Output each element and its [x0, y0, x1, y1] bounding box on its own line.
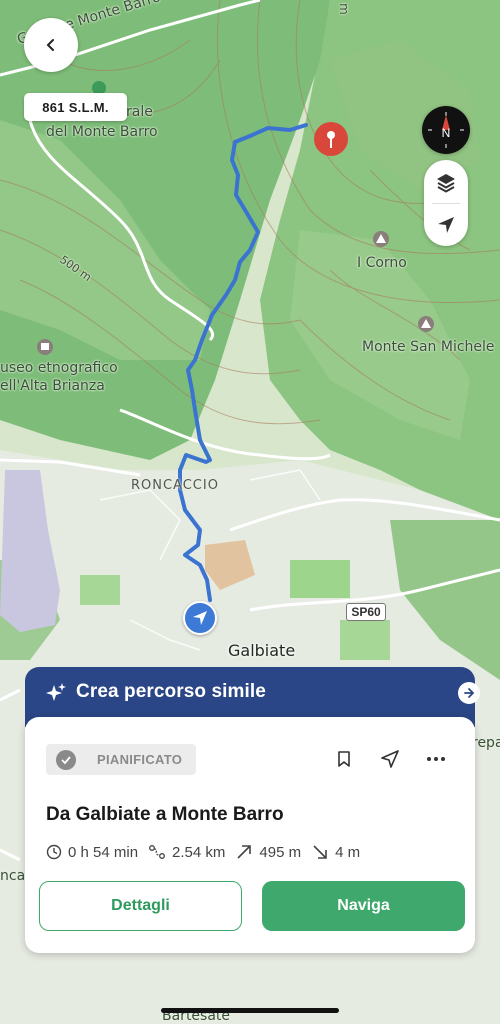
details-button[interactable]: Dettagli [39, 881, 242, 931]
location-arrow-icon [438, 216, 454, 233]
send-icon [381, 750, 399, 768]
route-distance-icon [149, 845, 165, 859]
map-label-nca: nca [0, 868, 26, 884]
route-title: Da Galbiate a Monte Barro [46, 804, 284, 825]
map-controls [424, 160, 468, 246]
svg-text:N: N [442, 126, 451, 140]
map-label-roncaccio: RONCACCIO [131, 478, 219, 493]
status-label: PIANIFICATO [97, 752, 183, 767]
map-label-monte-san-michele: Monte San Michele [362, 339, 495, 355]
sparkle-icon [46, 683, 66, 701]
map-label-i-corno: I Corno [357, 255, 407, 271]
altitude-badge: 861 S.L.M. [24, 93, 127, 121]
layers-icon [437, 173, 455, 193]
status-badge: PIANIFICATO [46, 744, 196, 775]
map-label-dm: m [336, 3, 351, 15]
map-label-peak-1: rale [126, 104, 153, 120]
share-button[interactable] [376, 745, 404, 773]
map-label-galbiate: Galbiate [228, 641, 296, 660]
route-stats: 0 h 54 min 2.54 km 495 m 4 m [46, 843, 370, 861]
distance-value: 2.54 km [172, 843, 226, 861]
bookmark-icon [338, 751, 350, 767]
locate-button[interactable] [424, 203, 468, 246]
bookmark-button[interactable] [330, 745, 358, 773]
layers-button[interactable] [424, 160, 468, 203]
map-label-rep: repa [472, 735, 500, 751]
chevron-left-icon [46, 39, 54, 51]
back-button[interactable] [24, 18, 78, 72]
road-sign-sp60: SP60 [346, 603, 386, 621]
ascent-arrow-icon [237, 845, 252, 859]
banner-label: Crea percorso simile [76, 681, 266, 702]
descent-value: 4 m [335, 843, 361, 861]
compass-icon: N [428, 112, 464, 148]
ascent-value: 495 m [259, 843, 302, 861]
duration-value: 0 h 54 min [68, 843, 139, 861]
descent-arrow-icon [313, 845, 327, 859]
current-location-marker [183, 601, 217, 635]
route-card: PIANIFICATO Da Galbiate a Monte Barro 0 … [25, 717, 475, 953]
map-label-museum-1: useo etnografico [0, 360, 118, 376]
arrow-right-icon[interactable] [458, 682, 480, 704]
map-label-museum-2: ell'Alta Brianza [0, 378, 105, 394]
home-indicator[interactable] [161, 1008, 339, 1013]
map-label-peak-2: del Monte Barro [46, 124, 158, 140]
clock-icon [46, 844, 62, 860]
navigate-button[interactable]: Naviga [262, 881, 465, 931]
check-circle-icon [56, 749, 76, 770]
more-horizontal-icon [427, 757, 445, 761]
compass-button[interactable]: N [422, 106, 470, 154]
navigation-arrow-icon [193, 611, 207, 625]
more-button[interactable] [422, 745, 450, 773]
destination-pin-icon[interactable] [311, 121, 351, 166]
